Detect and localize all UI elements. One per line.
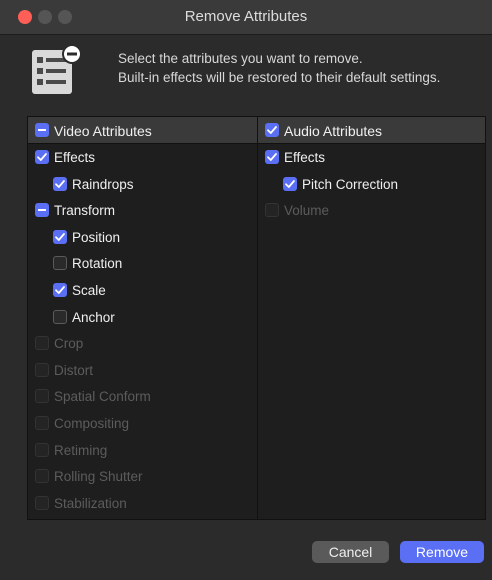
video-transform-label: Transform <box>54 203 116 219</box>
video-crop-label: Crop <box>54 336 84 352</box>
video-item-rolling-shutter: Rolling Shutter <box>28 463 257 490</box>
video-anchor-label: Anchor <box>72 309 115 325</box>
video-position-checkbox[interactable] <box>53 229 67 244</box>
video-position-label: Position <box>72 229 121 245</box>
remove-attributes-dialog: Remove Attributes Select the attributes … <box>0 0 492 580</box>
audio-effects-checkbox[interactable] <box>265 150 279 164</box>
audio-attributes-column: Audio Attributes Effects Pitch Correction… <box>258 117 485 519</box>
attributes-panel: Video Attributes Effects Raindrops Transfo… <box>27 116 486 520</box>
video-item-distort: Distort <box>28 357 257 384</box>
video-raindrops-checkbox[interactable] <box>53 176 67 191</box>
video-scale-checkbox[interactable] <box>53 282 67 297</box>
video-item-position[interactable]: Position <box>28 224 257 251</box>
video-attributes-column: Video Attributes Effects Raindrops Transfo… <box>28 117 258 519</box>
video-distort-label: Distort <box>54 362 94 378</box>
audio-attributes-checkbox[interactable] <box>265 123 279 137</box>
audio-effects-label: Effects <box>284 150 326 165</box>
dash-icon <box>38 129 46 131</box>
audio-attributes-header[interactable]: Audio Attributes <box>258 117 485 144</box>
video-attributes-label: Video Attributes <box>54 123 152 139</box>
audio-item-volume: Volume <box>258 197 485 224</box>
message-line-1: Select the attributes you want to remove… <box>118 51 363 66</box>
video-spatial-conform-checkbox <box>35 389 49 404</box>
message-line-2: Built-in effects will be restored to the… <box>118 70 441 85</box>
video-transform-checkbox[interactable] <box>35 203 49 218</box>
video-rolling-shutter-checkbox <box>35 469 49 484</box>
checkmark-icon <box>267 153 277 161</box>
checkmark-icon <box>55 286 65 294</box>
video-rotation-checkbox[interactable] <box>53 256 67 271</box>
video-attributes-header[interactable]: Video Attributes <box>28 117 257 144</box>
audio-volume-label: Volume <box>284 203 330 219</box>
video-stabilization-checkbox <box>35 495 49 510</box>
video-rolling-shutter-label: Rolling Shutter <box>54 469 143 485</box>
video-item-raindrops[interactable]: Raindrops <box>28 171 257 198</box>
video-effects-label: Effects <box>54 150 96 165</box>
video-item-compositing: Compositing <box>28 410 257 437</box>
audio-item-pitch-correction[interactable]: Pitch Correction <box>258 171 485 198</box>
video-retiming-checkbox <box>35 442 49 457</box>
video-anchor-checkbox[interactable] <box>53 309 67 324</box>
video-retiming-label: Retiming <box>54 442 108 458</box>
video-crop-checkbox <box>35 336 49 351</box>
video-attributes-checkbox[interactable] <box>35 123 49 137</box>
title-bar: Remove Attributes <box>0 0 492 35</box>
video-effects-checkbox[interactable] <box>35 150 49 164</box>
video-stabilization-label: Stabilization <box>54 495 127 511</box>
audio-volume-checkbox <box>265 203 279 218</box>
video-item-crop: Crop <box>28 330 257 357</box>
checkmark-icon <box>55 232 65 241</box>
video-item-anchor[interactable]: Anchor <box>28 304 257 331</box>
video-scale-label: Scale <box>72 282 106 298</box>
video-compositing-checkbox <box>35 415 49 430</box>
dialog-message: Select the attributes you want to remove… <box>118 49 478 87</box>
audio-pitch-correction-label: Pitch Correction <box>302 176 399 192</box>
audio-item-effects[interactable]: Effects <box>258 144 485 171</box>
video-item-scale[interactable]: Scale <box>28 277 257 304</box>
checkmark-icon <box>285 179 295 188</box>
video-rotation-label: Rotation <box>72 256 123 272</box>
audio-pitch-correction-checkbox[interactable] <box>283 176 297 191</box>
video-item-effects[interactable]: Effects <box>28 144 257 171</box>
audio-attributes-label: Audio Attributes <box>284 123 383 139</box>
video-raindrops-label: Raindrops <box>72 176 134 192</box>
checkmark-icon <box>55 179 65 188</box>
video-item-rotation[interactable]: Rotation <box>28 250 257 277</box>
video-distort-checkbox <box>35 362 49 377</box>
checkmark-icon <box>267 126 277 134</box>
dash-icon <box>38 209 46 212</box>
video-item-stabilization: Stabilization <box>28 490 257 517</box>
video-compositing-label: Compositing <box>54 415 130 431</box>
window-title: Remove Attributes <box>184 8 308 25</box>
cancel-button[interactable]: Cancel <box>312 541 389 563</box>
video-spatial-conform-label: Spatial Conform <box>54 389 151 405</box>
video-item-transform[interactable]: Transform <box>28 197 257 224</box>
checkmark-icon <box>37 153 47 161</box>
list-remove-icon <box>30 44 86 100</box>
remove-button[interactable]: Remove <box>400 541 484 563</box>
video-item-spatial-conform: Spatial Conform <box>28 383 257 410</box>
video-item-retiming: Retiming <box>28 437 257 464</box>
